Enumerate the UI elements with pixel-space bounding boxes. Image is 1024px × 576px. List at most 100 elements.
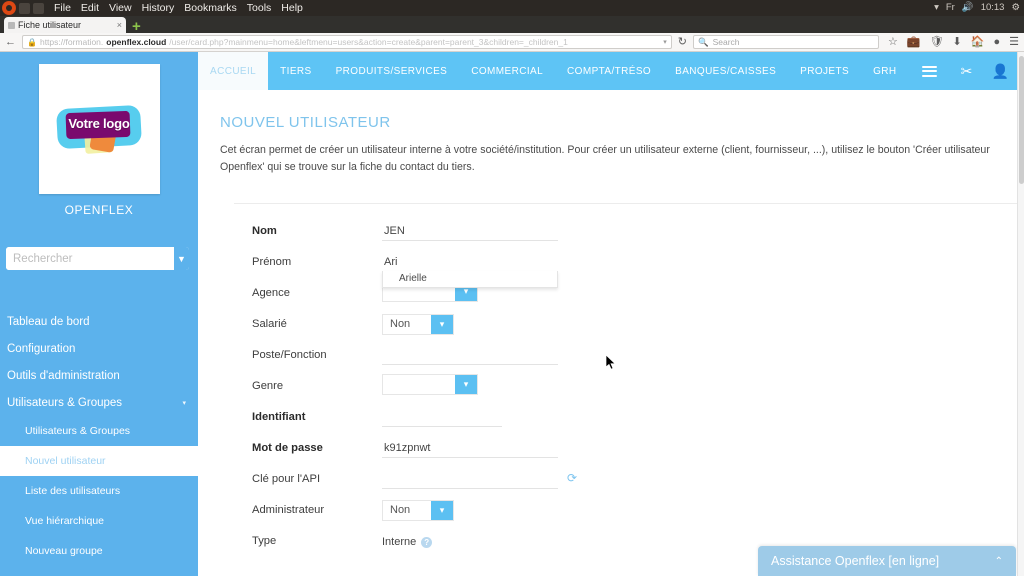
os-menu-history[interactable]: History xyxy=(142,2,175,14)
star-icon[interactable]: ☆ xyxy=(888,36,898,48)
url-path: /user/card.php?mainmenu=home&leftmenu=us… xyxy=(169,37,568,47)
reload-icon[interactable]: ↻ xyxy=(678,36,687,48)
sidebar-item-nouvel-utilisateur[interactable]: Nouvel utilisateur xyxy=(0,446,198,476)
clock[interactable]: 10:13 xyxy=(981,3,1005,13)
scrollbar-thumb[interactable] xyxy=(1019,56,1024,184)
tab-produits-services[interactable]: PRODUITS/SERVICES xyxy=(324,52,460,90)
static-value-type: Interne xyxy=(382,536,417,549)
form-row-cl-pour-l-api: Clé pour l'API ⟳ xyxy=(234,464,1024,495)
shield-icon[interactable]: 🛡 xyxy=(930,36,944,48)
sidebar-item-utilisateurs-groupes[interactable]: Utilisateurs & Groupes xyxy=(0,416,198,446)
sidebar-item-liste-des-utilisateurs[interactable]: Liste des utilisateurs xyxy=(0,476,198,506)
select-genre[interactable]: ▾ xyxy=(382,373,478,395)
sidebar-item-configuration[interactable]: Configuration xyxy=(0,335,198,362)
autocomplete-option[interactable]: Arielle xyxy=(383,271,557,287)
account-icon[interactable]: ● xyxy=(993,36,1000,48)
control-cl-pour-l-api: ⟳ xyxy=(382,469,1024,490)
label-cl-pour-l-api: Clé pour l'API xyxy=(252,473,321,486)
hamburger-menu-icon[interactable] xyxy=(909,52,950,90)
select-value: Non xyxy=(390,318,411,331)
input-identifiant[interactable] xyxy=(382,408,502,428)
vertical-scrollbar[interactable] xyxy=(1017,52,1024,576)
search-input[interactable] xyxy=(6,247,174,270)
chevron-up-icon[interactable]: ⌃ xyxy=(995,556,1003,567)
sidebar-item-label: Outils d'administration xyxy=(7,369,120,382)
tab-tiers[interactable]: TIERS xyxy=(268,52,323,90)
form-row-genre: Genre ▾ xyxy=(234,371,1024,402)
os-menu-file[interactable]: File xyxy=(54,2,71,14)
os-window-icon-2 xyxy=(33,2,44,14)
chevron-down-icon[interactable]: ▾ xyxy=(431,500,453,520)
back-arrow-icon[interactable]: ← xyxy=(5,36,16,48)
input-cl-pour-l-api[interactable] xyxy=(382,470,558,490)
sidebar-item-utilisateurs-groupes[interactable]: Utilisateurs & Groupes ▾ xyxy=(0,389,198,416)
select-salari[interactable]: Non ▾ xyxy=(382,313,454,335)
url-scheme: https://formation. xyxy=(39,37,104,47)
tab-accueil[interactable]: ACCUEIL xyxy=(198,52,269,90)
tab-banques-caisses[interactable]: BANQUES/CAISSES xyxy=(663,52,788,90)
tab-commercial[interactable]: COMMERCIAL xyxy=(459,52,555,90)
home-icon[interactable]: 🏠 xyxy=(971,36,985,48)
control-salari: Non ▾ xyxy=(382,313,1024,335)
sidebar-item-nouveau-groupe[interactable]: Nouveau groupe xyxy=(0,536,198,566)
sidebar-item-label: Nouvel utilisateur xyxy=(25,455,106,467)
sidebar-item-vue-hi-rarchique[interactable]: Vue hiérarchique xyxy=(0,506,198,536)
browser-nav-bar: ← 🔒 https://formation. openflex.cloud /u… xyxy=(0,33,1024,52)
chat-widget[interactable]: Assistance Openflex [en ligne] ⌃ xyxy=(758,546,1016,576)
sidebar-item-outils-d-administration[interactable]: Outils d'administration xyxy=(0,362,198,389)
url-bar[interactable]: 🔒 https://formation. openflex.cloud /use… xyxy=(22,35,672,49)
input-pr-nom[interactable] xyxy=(382,253,558,273)
label-identifiant: Identifiant xyxy=(252,411,306,424)
form-row-nom: Nom xyxy=(234,216,1024,247)
close-icon[interactable]: × xyxy=(117,20,122,30)
sidebar-item-label: Configuration xyxy=(7,342,76,355)
download-icon[interactable]: ⬇ xyxy=(953,36,962,48)
content-area: NOUVEL UTILISATEUR Cet écran permet de c… xyxy=(198,90,1024,576)
os-menu-bookmarks[interactable]: Bookmarks xyxy=(184,2,237,14)
pocket-icon[interactable]: 💼 xyxy=(907,36,921,48)
tab-compta-tr-so[interactable]: COMPTA/TRÉSO xyxy=(555,52,663,90)
sidebar-item-label: Utilisateurs & Groupes xyxy=(7,396,123,409)
os-menu-edit[interactable]: Edit xyxy=(81,2,99,14)
hamburger-menu-icon[interactable]: ☰ xyxy=(1009,36,1019,48)
tools-icon[interactable]: ✂ xyxy=(950,52,984,90)
os-menu-view[interactable]: View xyxy=(109,2,132,14)
os-menu-tools[interactable]: Tools xyxy=(247,2,272,14)
tab-grh[interactable]: GRH xyxy=(861,52,908,90)
help-icon[interactable]: ? xyxy=(421,536,433,548)
chevron-down-icon[interactable]: ▾ xyxy=(455,374,477,394)
sidebar-item-label: Nouveau groupe xyxy=(25,545,103,557)
label-pr-nom: Prénom xyxy=(252,256,292,269)
input-nom[interactable] xyxy=(382,222,558,242)
volume-icon[interactable]: 🔊 xyxy=(962,3,974,13)
chevron-down-icon[interactable]: ▾ xyxy=(663,38,667,46)
sidebar-item-tableau-de-bord[interactable]: Tableau de bord xyxy=(0,308,198,335)
form-row-agence: Agence ▾ xyxy=(234,278,1024,309)
user-icon[interactable]: 👤 xyxy=(984,52,1018,90)
app-name: OPENFLEX xyxy=(64,203,134,217)
page-body: Votre logo OPENFLEX ▼ Tableau de bord Con… xyxy=(0,52,1024,576)
ubuntu-logo-icon[interactable] xyxy=(2,1,16,15)
select-administrateur[interactable]: Non ▾ xyxy=(382,499,454,521)
wifi-icon[interactable]: ▾ xyxy=(934,3,939,13)
sidebar: Votre logo OPENFLEX ▼ Tableau de bord Con… xyxy=(0,52,198,576)
chevron-down-icon[interactable]: ▾ xyxy=(182,399,186,407)
new-tab-button[interactable]: + xyxy=(132,19,141,34)
tab-projets[interactable]: PROJETS xyxy=(788,52,861,90)
os-menu-help[interactable]: Help xyxy=(281,2,303,14)
autocomplete-dropdown[interactable]: Arielle xyxy=(382,271,558,289)
sidebar-search[interactable]: ▼ xyxy=(6,247,189,270)
input-poste-fonction[interactable] xyxy=(382,346,558,366)
sidebar-item-label: Tableau de bord xyxy=(7,315,90,328)
chevron-down-icon[interactable]: ▼ xyxy=(174,247,189,270)
browser-search-bar[interactable]: 🔍 Search xyxy=(693,35,879,49)
gear-icon[interactable]: ⚙ xyxy=(1011,3,1020,13)
chevron-down-icon[interactable]: ▾ xyxy=(431,314,453,334)
refresh-icon[interactable]: ⟳ xyxy=(567,471,577,485)
input-mot-de-passe[interactable] xyxy=(382,439,558,459)
browser-tab[interactable]: Fiche utilisateur × xyxy=(4,17,126,33)
sidebar-item-label: Vue hiérarchique xyxy=(25,515,104,527)
browser-toolbar-icons: ☆ 💼 🛡 ⬇ 🏠 ● ☰ xyxy=(885,36,1019,48)
keyboard-layout-indicator[interactable]: Fr xyxy=(946,3,955,13)
page-title: NOUVEL UTILISATEUR xyxy=(220,114,391,131)
